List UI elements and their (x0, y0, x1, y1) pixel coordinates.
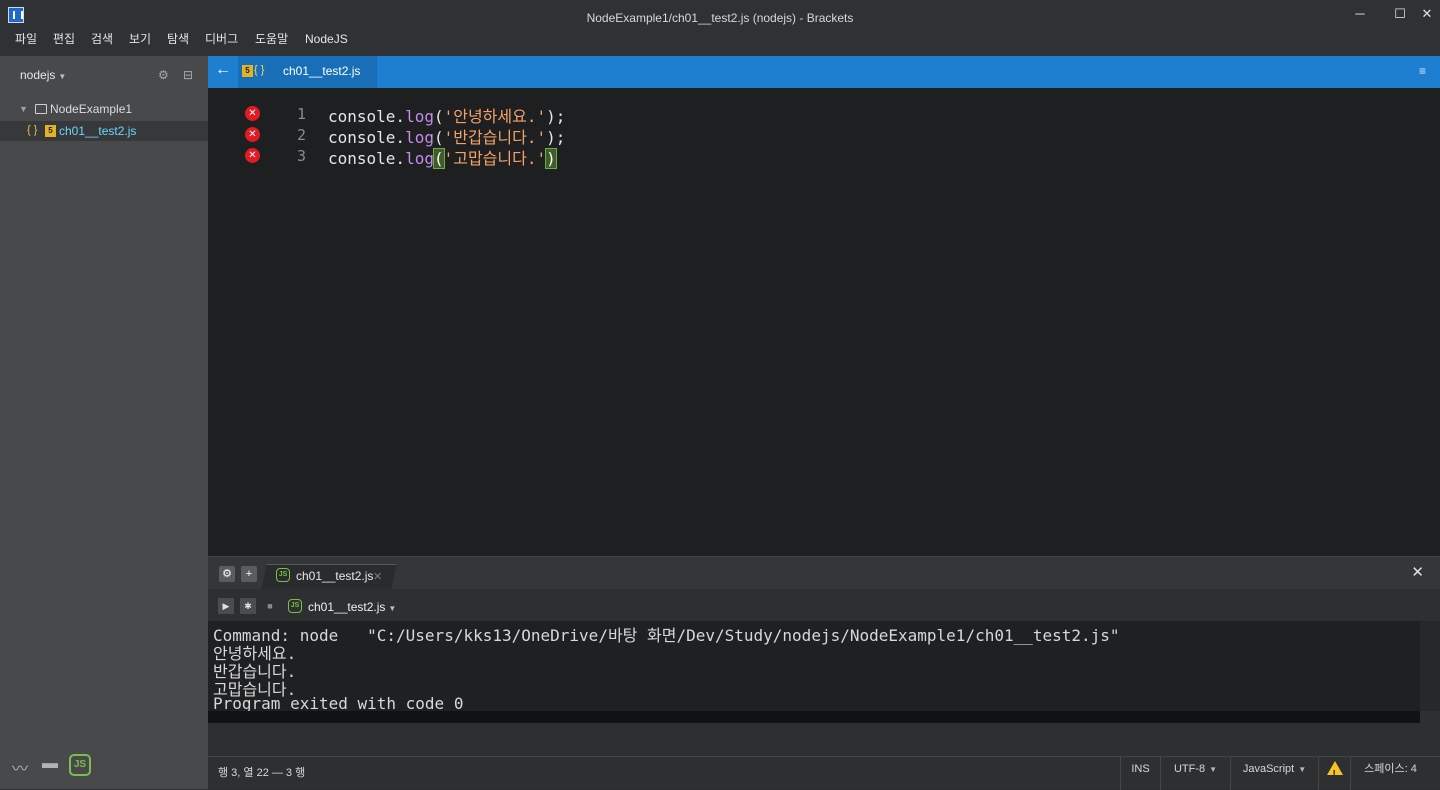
panel-settings-button[interactable]: ⚙ (219, 566, 235, 582)
menu-debug[interactable]: 디버그 (205, 31, 238, 53)
file-label: ch01__test2.js (59, 124, 137, 138)
chevron-down-icon: ▼ (1298, 765, 1307, 774)
run-toolbar: ▶ ✱ ■ JS ch01__test2.js ▼ (208, 589, 1440, 621)
language-dropdown[interactable]: JavaScript ▼ (1230, 757, 1318, 790)
insert-mode-toggle[interactable]: INS (1120, 757, 1160, 790)
console-line: 반갑습니다. (213, 662, 297, 681)
chevron-down-icon: ▼ (1209, 765, 1218, 774)
console-output[interactable]: Command: node "C:/Users/kks13/OneDrive/바… (208, 621, 1420, 711)
title-bar: NodeExample1/ch01__test2.js (nodejs) - B… (0, 0, 1440, 30)
menu-nodejs[interactable]: NodeJS (305, 31, 348, 53)
code-object: console. (328, 149, 406, 168)
encoding-label: UTF-8 (1173, 763, 1206, 775)
close-window-button[interactable]: ✕ (1412, 4, 1440, 24)
status-bar: 행 3, 열 22 — 3 행 INS UTF-8▼ JavaScript▼ 스… (208, 756, 1440, 790)
project-name: nodejs (20, 68, 56, 82)
code-string: '고맙습니다.' (443, 149, 547, 168)
language-label: JavaScript (1242, 763, 1295, 775)
panel-tab-bar: ⚙ + JS ch01__test2.js ✕ ✕ (208, 557, 1440, 589)
error-icon[interactable]: ✕ (245, 127, 260, 142)
code-line[interactable]: ✕ 3 console.log('고맙습니다.') (208, 145, 1440, 169)
nodejs-icon: JS (288, 599, 302, 613)
chevron-down-icon: ▼ (388, 604, 397, 613)
nodejs-icon: JS (276, 568, 290, 582)
chevron-down-icon: ▼ (58, 72, 67, 81)
node-run-panel: ⚙ + JS ch01__test2.js ✕ ✕ ▶ ✱ ■ JS ch01_… (208, 556, 1440, 756)
console-line: 고맙습니다. (213, 680, 297, 699)
maximize-button[interactable]: ☐ (1385, 4, 1415, 24)
panel-tab-label[interactable]: ch01__test2.js (296, 569, 373, 583)
back-arrow-icon[interactable]: ← (215, 61, 231, 79)
menu-help[interactable]: 도움말 (255, 31, 288, 53)
tab-label: ch01__test2.js (283, 64, 361, 78)
folder-label: NodeExample1 (50, 102, 133, 116)
sidebar: nodejs ▼ ⚙ ⊟ ▼ NodeExample1 { } 5 ch01__t… (0, 56, 208, 789)
line-number: 1 (296, 105, 306, 123)
folder-icon (35, 104, 47, 114)
braces-icon: { } (27, 124, 38, 136)
encoding-dropdown[interactable]: UTF-8 ▼ (1160, 757, 1230, 790)
brackets-window: NodeExample1/ch01__test2.js (nodejs) - B… (0, 0, 1440, 790)
text-cursor (555, 150, 557, 169)
menu-view[interactable]: 보기 (129, 31, 151, 53)
html5-badge-icon: 5 (242, 65, 253, 77)
panel-tab-close-icon[interactable]: ✕ (373, 570, 382, 583)
menu-bar: 파일 편집 검색 보기 탐색 디버그 도움말 NodeJS (0, 30, 1440, 56)
linter-status[interactable] (1318, 757, 1350, 790)
panel-close-button[interactable]: ✕ (1411, 563, 1424, 581)
panel-add-button[interactable]: + (241, 566, 257, 582)
menu-edit[interactable]: 편집 (53, 31, 75, 53)
menu-icon[interactable]: ≡ (1419, 64, 1426, 78)
line-number: 3 (296, 147, 306, 165)
extension-manager-icon[interactable]: ▬ (42, 755, 58, 773)
braces-icon: { } (254, 64, 265, 76)
play-button[interactable]: ▶ (218, 598, 234, 614)
console-scrollbar[interactable] (1420, 621, 1440, 711)
line-number: 2 (296, 126, 306, 144)
minimize-button[interactable]: ─ (1345, 4, 1375, 24)
html5-badge-icon: 5 (45, 125, 56, 137)
run-target-dropdown[interactable]: ch01__test2.js ▼ (308, 600, 396, 614)
console-line: 안녕하세요. (213, 644, 297, 663)
live-preview-icon[interactable]: 〰 (12, 755, 28, 779)
matched-bracket: ( (433, 148, 445, 169)
tree-folder-nodeexample1[interactable]: ▼ NodeExample1 (0, 99, 208, 119)
code-editor[interactable]: ✕ 1 console.log('안녕하세요.'); ✕ 2 console.l… (208, 88, 1440, 556)
window-title: NodeExample1/ch01__test2.js (nodejs) - B… (586, 11, 854, 25)
error-icon[interactable]: ✕ (245, 106, 260, 121)
code-line[interactable]: ✕ 2 console.log('반갑습니다.'); (208, 124, 1440, 147)
warning-icon (1326, 761, 1343, 787)
code-function: log (405, 149, 434, 168)
console-horizontal-scrollbar[interactable] (208, 711, 1420, 723)
code-line[interactable]: ✕ 1 console.log('안녕하세요.'); (208, 103, 1440, 126)
run-target-label: ch01__test2.js (308, 600, 386, 614)
debug-button[interactable]: ✱ (240, 598, 256, 614)
tree-file-ch01-test2[interactable]: { } 5 ch01__test2.js (0, 121, 208, 141)
nodejs-icon[interactable]: JS (69, 754, 91, 776)
project-dropdown[interactable]: nodejs ▼ (20, 68, 66, 82)
menu-file[interactable]: 파일 (15, 31, 37, 53)
gear-icon[interactable]: ⚙ (158, 68, 169, 82)
menu-find[interactable]: 검색 (91, 31, 113, 53)
editor-tab-bar: ← 5 { } ch01__test2.js ≡ (208, 56, 1440, 88)
matched-bracket: ) (545, 148, 557, 169)
error-icon[interactable]: ✕ (245, 148, 260, 163)
tab-ch01-test2[interactable]: 5 { } ch01__test2.js (238, 56, 377, 88)
cursor-position: 행 3, 열 22 — 3 행 (218, 767, 306, 779)
indent-setting[interactable]: 스페이스: 4 (1350, 757, 1430, 790)
console-line: Program exited with code 0 (213, 694, 464, 711)
folder-expanded-icon: ▼ (19, 104, 28, 114)
stop-button[interactable]: ■ (262, 598, 278, 614)
menu-navigate[interactable]: 탐색 (167, 31, 189, 53)
console-line: Command: node "C:/Users/kks13/OneDrive/바… (213, 626, 1120, 645)
split-view-icon[interactable]: ⊟ (183, 68, 193, 82)
